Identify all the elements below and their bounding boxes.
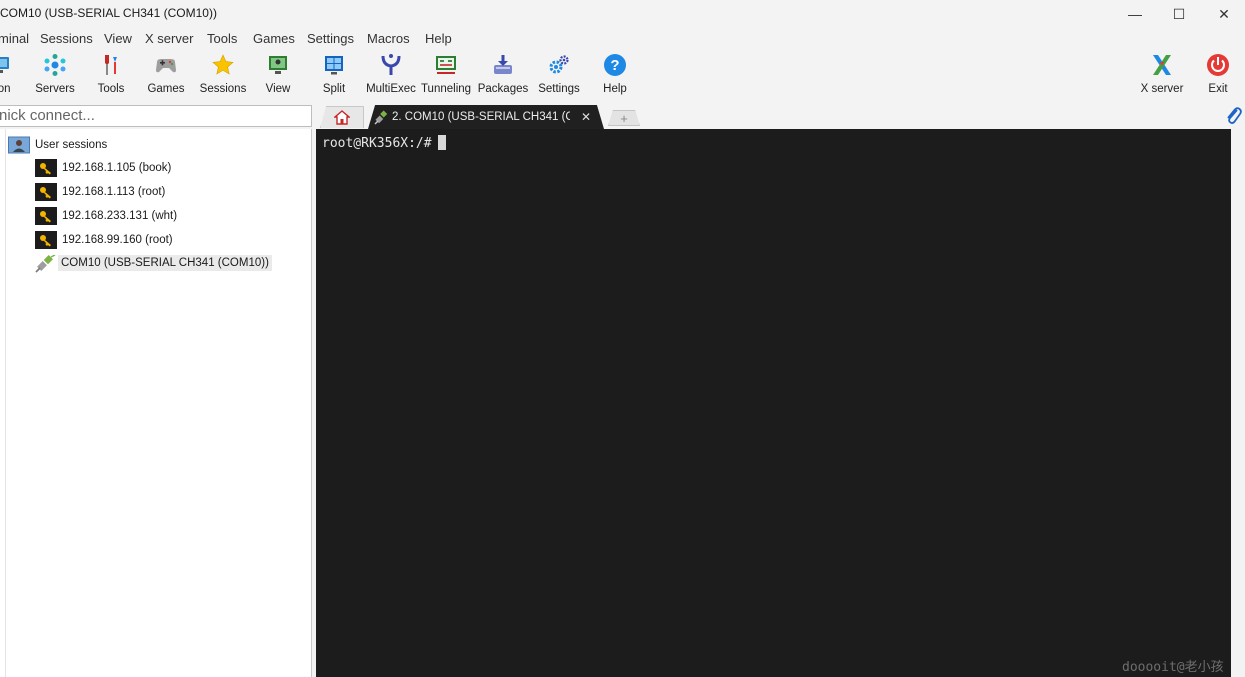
quick-connect-input[interactable]: nick connect... <box>0 105 312 127</box>
ssh-key-icon <box>35 159 57 177</box>
tools-icon <box>105 55 117 75</box>
star-icon <box>212 54 234 75</box>
prompt-text: root@RK356X:/# <box>322 136 432 151</box>
serial-plug-icon <box>35 255 56 273</box>
terminal-pane[interactable]: root@RK356X:/# <box>316 129 1231 677</box>
gear-icon <box>549 55 569 74</box>
menu-sessions[interactable]: Sessions <box>40 31 93 46</box>
tab-com10[interactable]: 2. COM10 (USB-SERIAL CH341 (COM10)) ✕ <box>368 105 604 129</box>
packages-icon <box>494 55 512 74</box>
plus-icon: + <box>620 110 628 126</box>
svg-text:?: ? <box>610 57 619 74</box>
menu-xserver[interactable]: X server <box>145 31 193 46</box>
user-folder-icon <box>8 136 30 154</box>
home-icon <box>334 110 350 125</box>
menu-help[interactable]: Help <box>425 31 452 46</box>
menu-bar: minal Sessions View X server Tools Games… <box>0 28 1245 49</box>
new-tab-button[interactable]: + <box>608 110 640 126</box>
session-label: 192.168.1.113 (root) <box>62 186 166 198</box>
maximize-button[interactable]: ☐ <box>1156 0 1202 28</box>
maximize-icon: ☐ <box>1172 5 1186 22</box>
minimize-icon: — <box>1128 6 1142 22</box>
terminal-prompt: root@RK356X:/# <box>322 135 446 151</box>
window-title: COM10 (USB-SERIAL CH341 (COM10)) <box>0 6 217 20</box>
menu-tools[interactable]: Tools <box>207 31 237 46</box>
ssh-key-icon <box>35 231 57 249</box>
terminal-scrollbar[interactable] <box>1231 129 1245 677</box>
ssh-key-icon <box>35 183 57 201</box>
view-icon <box>269 56 287 74</box>
watermark: dooooit@老小孩 <box>1122 660 1224 675</box>
title-bar: COM10 (USB-SERIAL CH341 (COM10)) — ☐ ✕ <box>0 0 1245 28</box>
menu-games[interactable]: Games <box>253 31 295 46</box>
power-icon <box>1207 54 1229 76</box>
sidebar-divider <box>5 129 6 677</box>
tree-root-label: User sessions <box>35 139 108 151</box>
tab-close-icon[interactable]: ✕ <box>581 110 591 124</box>
help-icon: ? <box>604 54 626 76</box>
paperclip-icon[interactable] <box>1224 105 1242 125</box>
menu-macros[interactable]: Macros <box>367 31 410 46</box>
menu-settings[interactable]: Settings <box>307 31 354 46</box>
session-label: 192.168.1.105 (book) <box>62 162 172 174</box>
terminal-cursor <box>437 135 446 150</box>
session-label: 192.168.99.160 (root) <box>62 234 173 246</box>
session-label: 192.168.233.131 (wht) <box>62 210 178 222</box>
tunneling-icon <box>436 56 456 74</box>
exit-button[interactable]: Exit <box>1190 51 1245 99</box>
close-button[interactable]: ✕ <box>1201 0 1245 28</box>
home-tab[interactable] <box>320 106 364 128</box>
menu-terminal[interactable]: minal <box>0 31 29 46</box>
tab-row: nick connect... 2. COM10 (USB-SERIAL CH3… <box>0 101 1245 129</box>
servers-icon <box>44 54 66 76</box>
gamepad-icon <box>156 59 176 73</box>
split-icon <box>325 56 343 75</box>
menu-view[interactable]: View <box>104 31 132 46</box>
sessions-sidebar: User sessions 192.168.1.105 (book) 192.1… <box>0 129 312 677</box>
xserver-icon <box>1153 55 1171 75</box>
toolbar: sion Servers Tools Games Sessions View S… <box>0 49 1245 101</box>
close-icon: ✕ <box>1218 5 1230 22</box>
ssh-key-icon <box>35 207 57 225</box>
help-button[interactable]: ? Help <box>587 51 643 99</box>
tab-label: 2. COM10 (USB-SERIAL CH341 (COM10)) <box>392 111 570 123</box>
minimize-button[interactable]: — <box>1112 0 1158 28</box>
session-label: COM10 (USB-SERIAL CH341 (COM10)) <box>58 255 272 271</box>
monitor-icon <box>0 57 9 73</box>
serial-plug-icon <box>374 110 388 125</box>
mobaxterm-window: COM10 (USB-SERIAL CH341 (COM10)) — ☐ ✕ m… <box>0 0 1245 677</box>
multiexec-icon <box>381 54 401 75</box>
